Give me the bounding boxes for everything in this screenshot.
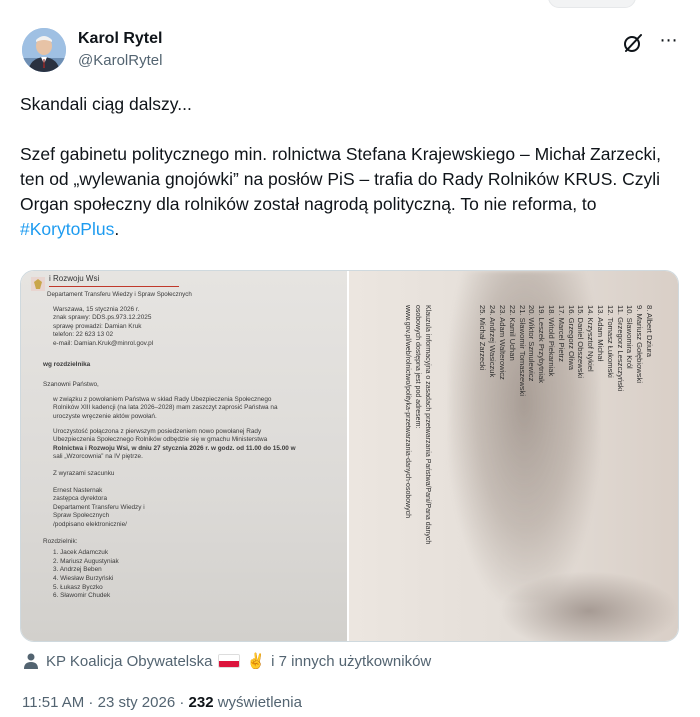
doc-distribution-item: 2. Mariusz Augustyniak bbox=[53, 557, 119, 565]
top-strip bbox=[0, 0, 700, 10]
member-list-item: 9. Mariusz Gołębiowski bbox=[635, 305, 645, 384]
member-list-item: 20. Wiktor Szmulewicz bbox=[527, 305, 537, 382]
views-count[interactable]: 232 bbox=[189, 694, 214, 711]
member-list-item: 22. Kamil Uchan bbox=[507, 305, 517, 361]
doc-greeting: Szanowni Państwo, bbox=[43, 381, 99, 389]
doc-signature-line: zastępca dyrektora bbox=[53, 495, 107, 503]
more-options-icon[interactable]: ⋯ bbox=[656, 30, 682, 54]
doc-distribution-label: Rozdzielnik: bbox=[43, 537, 78, 545]
doc-para1-line: Rolników XIII kadencji (na lata 2026–202… bbox=[53, 404, 278, 412]
doc-department: Departament Transferu Wiedzy i Spraw Spo… bbox=[47, 291, 192, 299]
author-name[interactable]: Karol Rytel bbox=[78, 30, 162, 48]
member-list-item: 14. Krzysztof Nykiel bbox=[586, 305, 596, 372]
member-list-item: 24. Andrzej Wasiczuk bbox=[488, 305, 498, 378]
liked-by-row[interactable]: KP Koalicja Obywatelska ✌️ i 7 innych uż… bbox=[22, 650, 431, 672]
member-list-item: 17. Marcel Pietrz bbox=[556, 305, 566, 362]
doc-meta-line: znak sprawy: DDS.ps.973.12.2025 bbox=[53, 314, 152, 322]
doc-para2-line: Uroczystość połączona z pierwszym posied… bbox=[53, 427, 262, 435]
member-list-item: 11. Grzegorz Leszczyński bbox=[615, 305, 625, 392]
member-list-item: 25. Michał Zarzecki bbox=[478, 305, 488, 371]
rotated-document: 8. Albert Dziura 9. Mariusz Gołębiowski … bbox=[372, 281, 662, 611]
doc-para2-line: Rolnictwa i Rozwoju Wsi, w dniu 27 stycz… bbox=[53, 444, 296, 452]
grok-icon[interactable] bbox=[622, 32, 644, 54]
doc-distribution-item: 1. Jacek Adamczuk bbox=[53, 549, 109, 557]
doc-para1-line: uroczyste wręczenie aktów powołań. bbox=[53, 413, 157, 421]
tweet-body-text: Szef gabinetu politycznego min. rolnictw… bbox=[20, 144, 662, 214]
doc-meta-line: telefon: 22 623 13 02 bbox=[53, 331, 114, 339]
meta-separator: · bbox=[84, 694, 98, 711]
doc-signature-line: Ernest Nasternak bbox=[53, 486, 103, 494]
member-list-item: 21. Sławomir Tomaszewski bbox=[517, 305, 527, 397]
photo-document-right[interactable]: 8. Albert Dziura 9. Mariusz Gołębiowski … bbox=[349, 271, 678, 641]
doc-distribution-item: 4. Wiesław Burzyński bbox=[53, 574, 114, 582]
doc-para2-line: Ubezpieczenia Społecznego Rolników odbęd… bbox=[53, 436, 268, 444]
tweet-header: Karol Rytel @KarolRytel ⋯ bbox=[22, 26, 682, 78]
meta-separator: · bbox=[175, 694, 189, 711]
member-list-item: 15. Daniel Obszewski bbox=[576, 305, 586, 379]
doc-closing: Z wyrazami szacunku bbox=[53, 470, 115, 477]
top-pill bbox=[548, 0, 636, 8]
member-list-item: 18. Witold Piekarniak bbox=[547, 305, 557, 377]
doc-para2-line: sali „Wzorcownia” na IV piętrze. bbox=[53, 453, 143, 461]
tweet-time[interactable]: 11:51 AM bbox=[22, 694, 84, 711]
avatar[interactable] bbox=[22, 28, 66, 72]
doc-distribution-item: 3. Andrzej Beben bbox=[53, 566, 102, 574]
poland-flag-icon bbox=[218, 654, 241, 668]
avatar-image bbox=[22, 28, 66, 72]
member-list-item: 19. Leszek Przybytniak bbox=[537, 305, 547, 384]
doc-signature-line: Departament Transferu Wiedzy i bbox=[53, 503, 145, 511]
doc-para1-line: w związku z powołaniem Państwa w skład R… bbox=[53, 395, 272, 403]
member-list-item: 13. Adam Michał bbox=[596, 305, 606, 362]
hashtag-link[interactable]: #KorytoPlus bbox=[20, 219, 114, 239]
liked-by-account[interactable]: KP Koalicja Obywatelska bbox=[46, 653, 212, 670]
person-icon bbox=[24, 653, 38, 669]
tweet-text: Skandali ciąg dalszy... Szef gabinetu po… bbox=[20, 92, 685, 267]
tweet-meta: 11:51 AM · 23 sty 2026 · 232 wyświetleni… bbox=[22, 694, 302, 711]
member-list: 8. Albert Dziura 9. Mariusz Gołębiowski … bbox=[478, 305, 654, 396]
document-left-text: i Rozwoju Wsi Departament Transferu Wied… bbox=[31, 274, 347, 601]
tweet-line-1: Skandali ciąg dalszy... bbox=[20, 94, 192, 114]
privacy-footer: Klauzula informacyjna o zasadach przetwa… bbox=[402, 305, 432, 625]
author-handle[interactable]: @KarolRytel bbox=[78, 52, 162, 69]
privacy-footer-line: Klauzula informacyjna o zasadach przetwa… bbox=[424, 305, 431, 545]
doc-meta-line: Warszawa, 15 stycznia 2026 r. bbox=[53, 305, 140, 313]
doc-distribution-item: 5. Łukasz Byczko bbox=[53, 583, 103, 591]
tweet-date[interactable]: 23 sty 2026 bbox=[98, 694, 176, 711]
member-list-item: 12. Tomasz Łukomski bbox=[605, 305, 615, 378]
tweet-body: Szef gabinetu politycznego min. rolnictw… bbox=[20, 142, 685, 242]
emblem-icon bbox=[31, 277, 45, 291]
doc-meta-line: sprawę prowadzi: Damian Kruk bbox=[53, 322, 142, 330]
member-list-item: 23. Adam Walterowicz bbox=[498, 305, 508, 380]
doc-red-rule bbox=[49, 285, 179, 288]
member-list-item: 8. Albert Dziura bbox=[645, 305, 654, 357]
victory-emoji-icon: ✌️ bbox=[246, 653, 266, 670]
member-list-item: 16. Grzegorz Oliwa bbox=[566, 305, 576, 370]
liked-by-others[interactable]: i 7 innych użytkowników bbox=[271, 653, 431, 670]
doc-distribution-item: 6. Sławomir Chudek bbox=[53, 592, 111, 600]
views-label: wyświetlenia bbox=[213, 694, 302, 711]
photo-document-left[interactable]: i Rozwoju Wsi Departament Transferu Wied… bbox=[21, 271, 347, 641]
doc-signature-line: /podpisano elektronicznie/ bbox=[53, 520, 127, 528]
privacy-footer-line: www.gov.pl/web/rolnictwo/polityka-przetw… bbox=[404, 305, 411, 519]
tweet-period: . bbox=[114, 219, 120, 239]
privacy-footer-line: osobowych dostępna jest pod adresem: bbox=[414, 305, 421, 429]
member-list-item: 10. Sławomira Król bbox=[625, 305, 635, 369]
doc-addressee: wg rozdzielnika bbox=[43, 360, 91, 368]
doc-header: i Rozwoju Wsi bbox=[49, 274, 100, 283]
doc-signature-line: Spraw Społecznych bbox=[53, 512, 110, 520]
media-gallery[interactable]: i Rozwoju Wsi Departament Transferu Wied… bbox=[20, 270, 679, 642]
doc-meta-line: e-mail: Damian.Kruk@minrol.gov.pl bbox=[53, 340, 154, 348]
